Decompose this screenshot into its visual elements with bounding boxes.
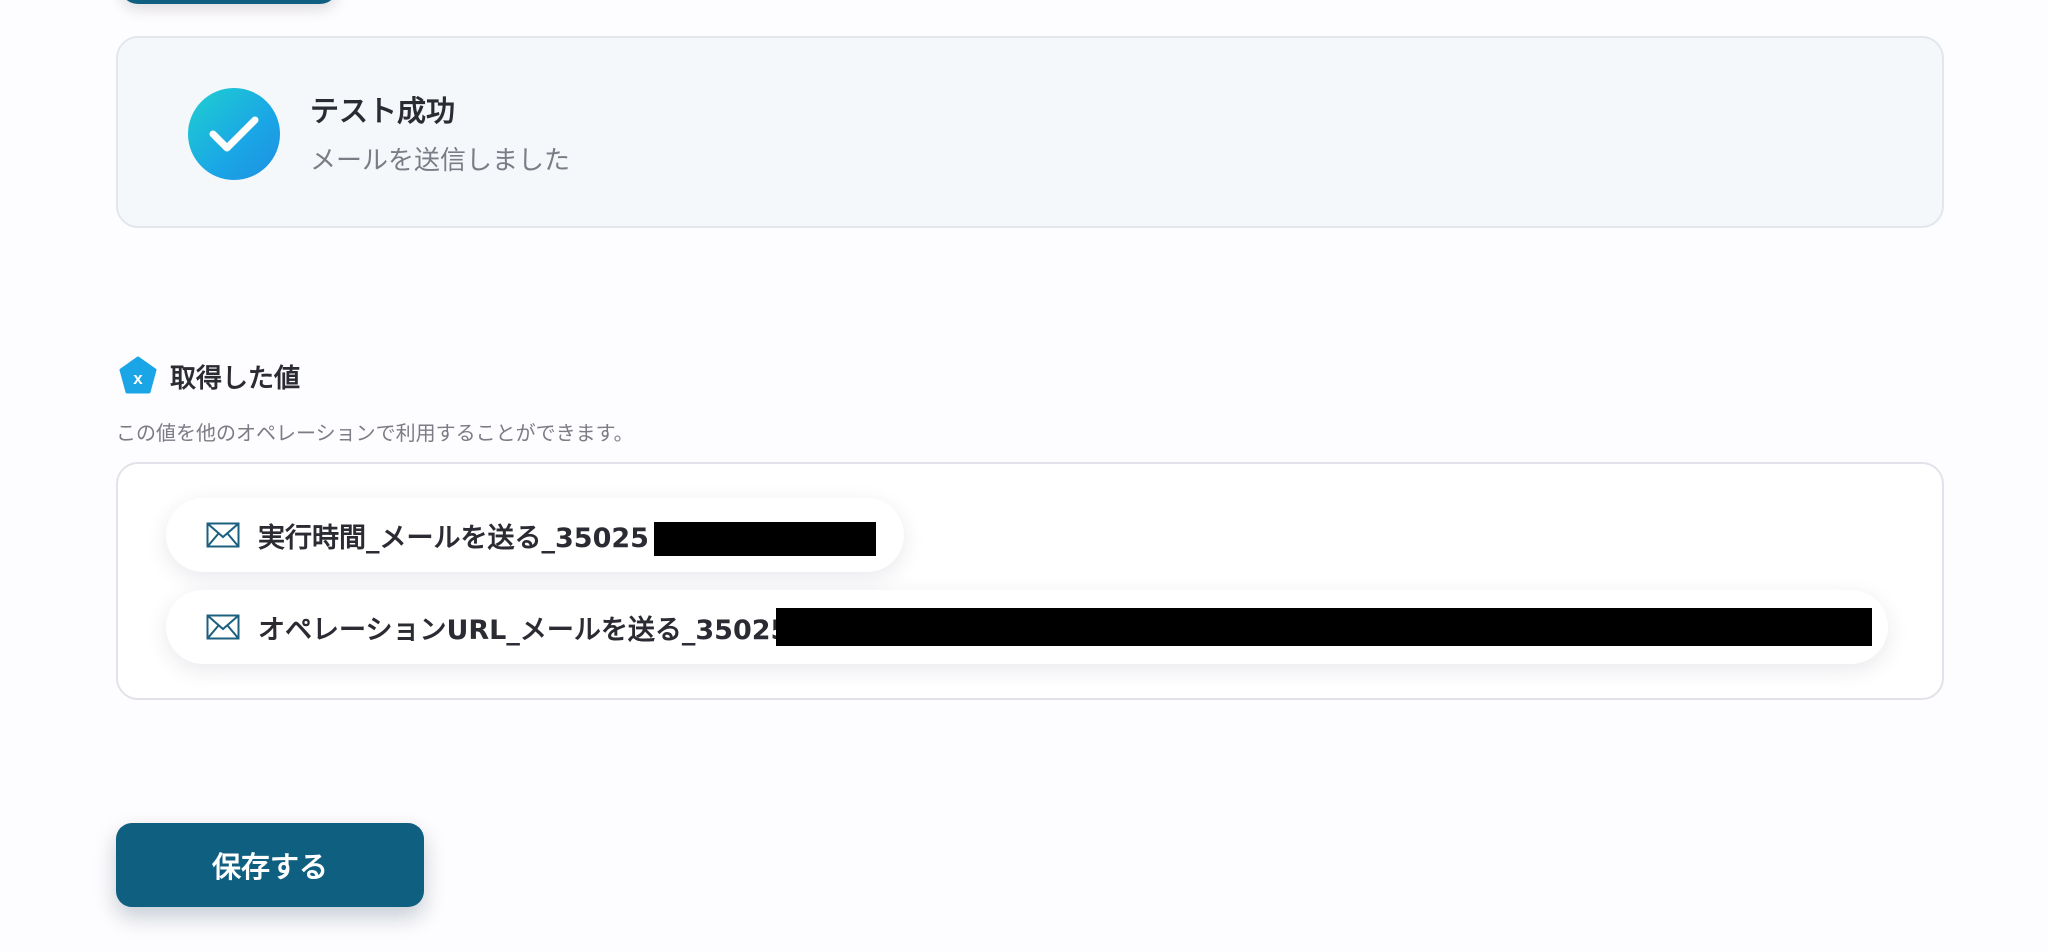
retrieved-values-title: 取得した値 [170, 364, 301, 394]
redacted-value [654, 522, 876, 556]
mail-icon [206, 614, 240, 640]
mail-icon [206, 522, 240, 548]
test-success-message: メールを送信しました [310, 146, 571, 176]
retrieved-values-description: この値を他のオペレーションで利用することができます。 [116, 421, 634, 445]
svg-text:x: x [133, 369, 143, 388]
check-circle-icon [188, 88, 280, 180]
variable-x-icon: x [118, 356, 158, 396]
save-button[interactable]: 保存する [116, 823, 424, 907]
value-chip-operation-url[interactable]: オペレーションURL_メールを送る_35025 [166, 590, 1888, 664]
value-chip-label: オペレーションURL_メールを送る_35025 [258, 615, 790, 646]
redacted-value [776, 608, 1872, 646]
retrieved-values-panel: 実行時間_メールを送る_35025 オペレーションURL_メールを送る_3502… [116, 462, 1944, 700]
value-chip-label: 実行時間_メールを送る_35025 [258, 523, 649, 554]
test-success-card: テスト成功 メールを送信しました [116, 36, 1944, 228]
test-success-title: テスト成功 [310, 94, 456, 128]
top-button-partial[interactable] [120, 0, 338, 4]
value-chip-execution-time[interactable]: 実行時間_メールを送る_35025 [166, 498, 904, 572]
